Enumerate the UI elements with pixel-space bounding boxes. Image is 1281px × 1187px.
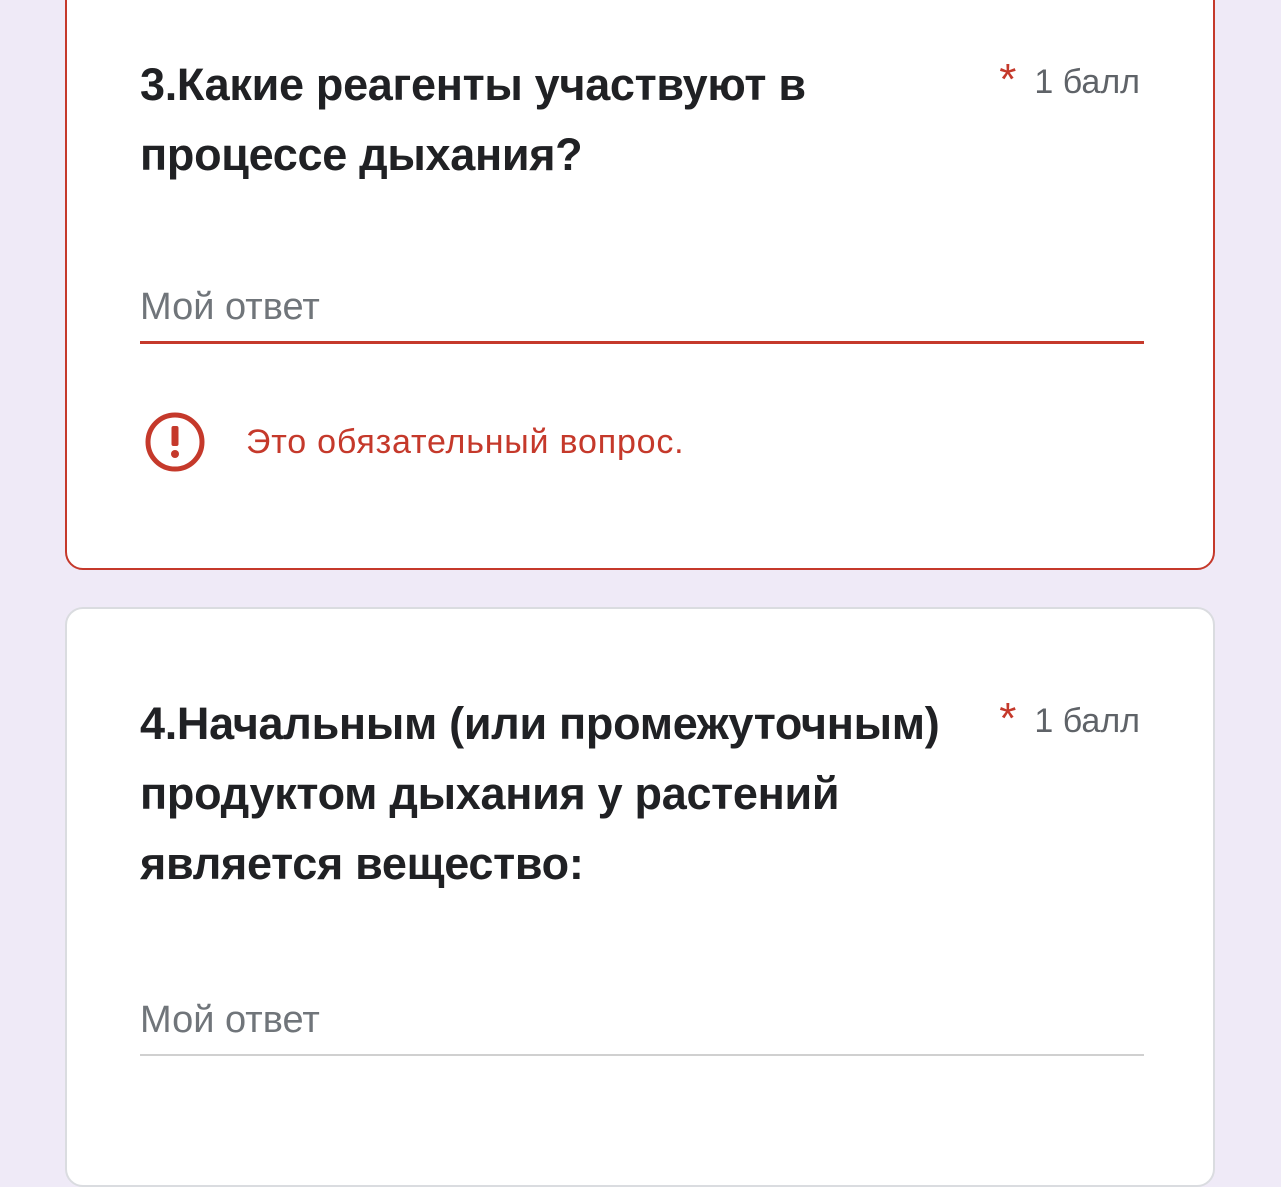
question-points: 1 балл <box>1034 63 1140 101</box>
question-card-3: 3.Какие реагенты участвуют в процессе ды… <box>65 0 1215 570</box>
question-points: 1 балл <box>1034 702 1140 740</box>
error-message: Это обязательный вопрос. <box>246 422 685 461</box>
answer-input[interactable] <box>140 986 1144 1056</box>
question-header: 3.Какие реагенты участвуют в процессе ды… <box>140 50 1140 190</box>
error-exclamation-icon <box>145 412 205 472</box>
question-meta: * 1 балл <box>999 50 1140 102</box>
question-card-4: 4.Начальным (или промежуточным) продукто… <box>65 607 1215 1187</box>
required-asterisk: * <box>999 694 1017 743</box>
question-title: 4.Начальным (или промежуточным) продукто… <box>140 698 940 889</box>
question-title: 3.Какие реагенты участвуют в процессе ды… <box>140 59 806 180</box>
required-asterisk: * <box>999 55 1017 104</box>
validation-error: Это обязательный вопрос. <box>144 411 684 473</box>
question-header: 4.Начальным (или промежуточным) продукто… <box>140 689 1140 899</box>
question-meta: * 1 балл <box>999 689 1140 741</box>
answer-input[interactable] <box>140 274 1144 344</box>
